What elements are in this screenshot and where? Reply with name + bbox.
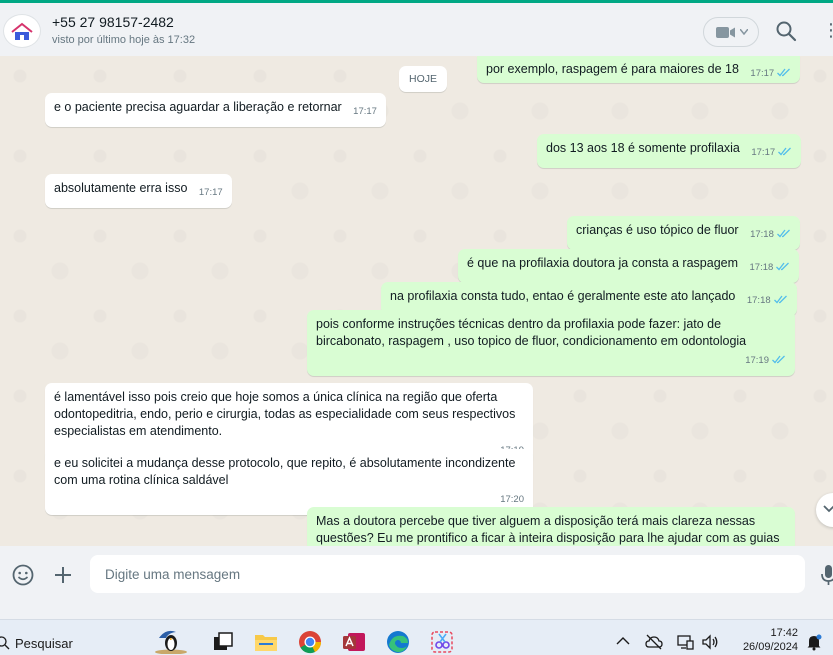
message-text: por exemplo, raspagem é para maiores de … [486,62,739,76]
message-list[interactable]: HOJE por exemplo, raspagem é para maiore… [0,56,833,546]
message-time: 17:17 [751,147,776,158]
message-text: e eu solicitei a mudança desse protocolo… [54,456,516,487]
window-bottom-edge [0,602,833,619]
message-outgoing[interactable]: Mas a doutora percebe que tiver alguem a… [307,507,795,546]
message-outgoing[interactable]: pois conforme instruções técnicas dentro… [307,310,795,376]
day-divider: HOJE [399,66,447,92]
message-outgoing[interactable]: é que na profilaxia doutora ja consta a … [458,249,800,283]
message-time: 17:18 [746,295,771,306]
video-call-icon [716,27,735,38]
message-text: na profilaxia consta tudo, entao é geral… [390,289,736,303]
clock-date: 26/09/2024 [742,641,798,653]
chevron-down-icon [740,29,748,35]
read-ticks-icon [776,262,790,271]
attach-plus-icon[interactable] [51,563,75,587]
message-time: 17:17 [353,106,377,117]
message-text: crianças é uso tópico de fluor [576,223,739,237]
read-ticks-icon [776,229,790,238]
taskbar-clock[interactable]: 17:42 26/09/2024 [736,626,798,654]
search-icon[interactable] [774,19,798,43]
contact-avatar[interactable] [3,14,41,48]
chevron-down-icon [823,505,833,513]
more-options-icon[interactable]: ⋮ [822,20,833,44]
message-text: pois conforme instruções técnicas dentro… [316,317,747,348]
message-time: 17:20 [500,494,524,505]
windows-taskbar: Pesquisar 17:42 26/09/2024 [0,619,833,655]
read-ticks-icon [772,355,785,364]
scroll-down-button[interactable] [816,493,833,527]
message-time: 17:18 [750,229,774,240]
message-time: 17:18 [749,262,774,273]
chat-header: +55 27 98157-2482 visto por último hoje … [0,3,833,56]
task-view-icon[interactable] [211,630,235,654]
message-incoming[interactable]: e eu solicitei a mudança desse protocolo… [45,449,533,515]
message-incoming[interactable]: absolutamente erra isso 17:17 [45,174,232,208]
message-text: absolutamente erra isso [54,181,188,195]
contact-last-seen: visto por último hoje às 17:32 [52,34,196,46]
penguin-widget-icon[interactable] [154,628,188,654]
message-outgoing[interactable]: por exemplo, raspagem é para maiores de … [477,56,801,83]
microphone-icon[interactable] [821,563,833,587]
message-outgoing[interactable]: crianças é uso tópico de fluor 17:18 [567,216,800,250]
access-icon[interactable] [342,630,366,654]
read-ticks-icon [778,147,792,156]
message-outgoing[interactable]: dos 13 aos 18 é somente profilaxia 17:17 [537,134,802,168]
device-icon[interactable] [676,633,694,651]
cloud-off-icon[interactable] [645,633,663,651]
message-text: é lamentável isso pois creio que hoje so… [54,390,516,438]
message-incoming[interactable]: e o paciente precisa aguardar a liberaçã… [45,93,386,127]
taskbar-search-label[interactable]: Pesquisar [15,636,73,651]
message-text: Mas a doutora percebe que tiver alguem a… [316,514,780,545]
search-icon[interactable] [0,636,10,650]
clock-time: 17:42 [770,627,798,639]
read-ticks-icon [773,295,787,304]
message-text: e o paciente precisa aguardar a liberaçã… [54,100,342,114]
message-text: dos 13 aos 18 é somente profilaxia [546,141,740,155]
chevron-up-icon[interactable] [614,633,632,651]
message-time: 17:19 [745,355,769,366]
message-time: 17:17 [198,187,223,198]
message-text: é que na profilaxia doutora ja consta a … [467,256,739,270]
notification-bell-icon[interactable] [805,633,823,651]
read-ticks-icon [777,68,791,77]
message-time: 17:17 [750,68,775,79]
chrome-icon[interactable] [298,630,322,654]
snipping-tool-icon[interactable] [430,630,454,654]
message-composer [0,546,833,602]
file-explorer-icon[interactable] [254,630,278,654]
edge-icon[interactable] [386,630,410,654]
house-logo-icon [11,22,33,40]
message-input[interactable] [90,555,805,593]
video-call-button[interactable] [703,17,759,47]
speaker-icon[interactable] [701,633,719,651]
emoji-icon[interactable] [11,563,35,587]
contact-name[interactable]: +55 27 98157-2482 [52,14,174,30]
